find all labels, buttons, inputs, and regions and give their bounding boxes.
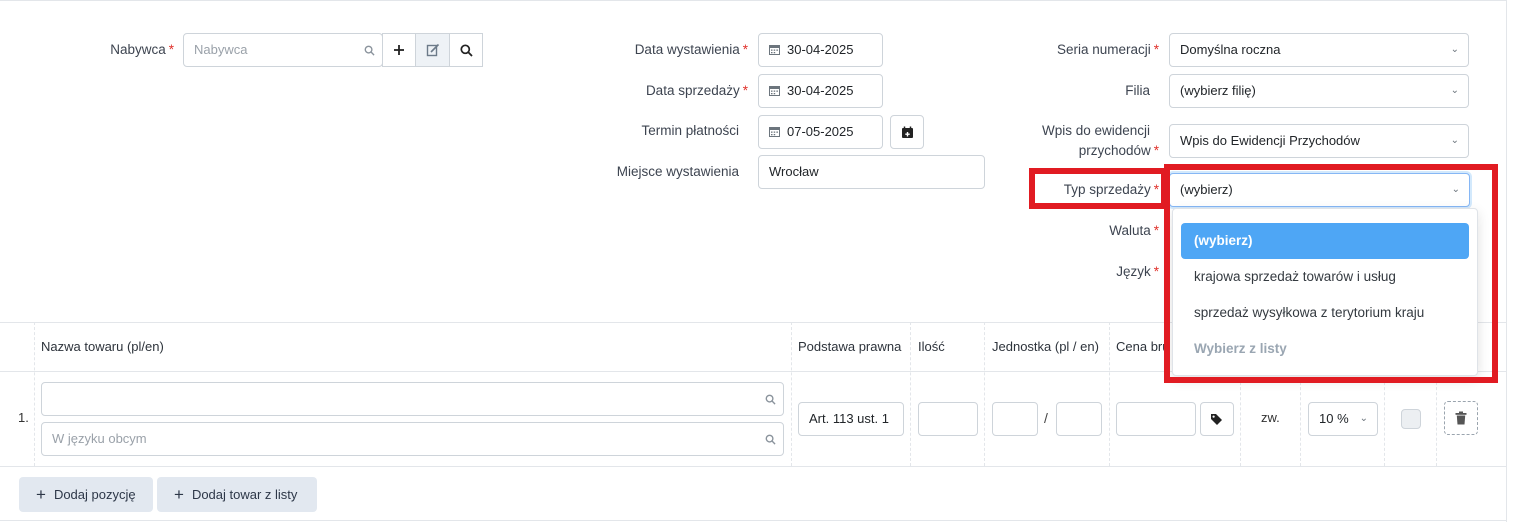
row-checkbox[interactable] [1401,409,1421,429]
column-divider [1109,322,1110,466]
numbering-series-label: Seria numeracji * [1056,42,1159,57]
column-divider [1240,372,1241,466]
column-header-quantity: Ilość [918,339,945,354]
plus-icon [394,45,404,55]
sale-date-field[interactable]: 30-04-2025 [758,74,883,108]
delete-row-button[interactable] [1444,401,1478,435]
add-buyer-button[interactable] [382,33,416,67]
payment-term-field[interactable]: 07-05-2025 [758,115,883,149]
issue-date-field[interactable]: 30-04-2025 [758,33,883,67]
search-icon [765,394,776,405]
bottom-border [0,520,1507,521]
plus-icon: + [174,485,184,504]
vat-label: zw. [1261,410,1280,425]
column-divider [1436,372,1437,466]
income-register-label-line2: przychodów * [1078,143,1159,158]
branch-select[interactable]: (wybierz filię) ⌄ [1169,74,1469,108]
column-divider [984,322,985,466]
issue-date-label: Data wystawienia * [634,42,748,57]
add-from-list-button[interactable]: + Dodaj towar z listy [157,477,317,512]
calendar-icon [769,127,780,137]
add-item-button[interactable]: + Dodaj pozycję [19,477,153,512]
highlight-box-label [1029,168,1167,209]
search-icon [459,43,473,57]
unit-input[interactable] [992,402,1038,436]
issue-place-input[interactable]: Wrocław [758,155,985,189]
trash-icon [1455,411,1467,425]
tags-icon [1211,413,1222,425]
unit-separator: / [1044,410,1048,426]
chevron-down-icon: ⌄ [1359,413,1368,424]
column-divider [1384,372,1385,466]
column-header-gross-price: Cena brutto [1116,339,1169,354]
quantity-input[interactable] [918,402,978,436]
discount-select[interactable]: 10 % ⌄ [1308,402,1378,436]
calendar-icon [769,45,780,55]
gross-price-input[interactable] [1116,402,1196,436]
buyer-input[interactable]: Nabywca [183,33,383,67]
chevron-down-icon: ⌄ [1450,135,1459,146]
sale-date-label: Data sprzedaży * [645,83,748,98]
column-divider [910,322,911,466]
numbering-series-select[interactable]: Domyślna roczna ⌄ [1169,33,1469,67]
chevron-down-icon: ⌄ [1450,44,1459,55]
product-name-foreign-input[interactable]: W języku obcym [41,422,784,456]
calendar-plus-button[interactable] [890,115,924,149]
column-header-name: Nazwa towaru (pl/en) [41,339,164,354]
column-divider [34,322,35,466]
row-number: 1. [18,410,29,425]
row-divider [0,466,1507,467]
legal-basis-input[interactable]: Art. 113 ust. 1 [798,402,904,436]
chevron-down-icon: ⌄ [1450,85,1459,96]
edit-icon [426,43,439,57]
search-icon [364,45,375,56]
language-label: Język * [1116,264,1159,279]
calendar-icon [769,86,780,96]
buyer-label: Nabywca * [110,42,174,57]
branch-label: Filia [1125,83,1150,98]
issue-place-label: Miejsce wystawienia [616,164,739,179]
search-buyer-button[interactable] [449,33,483,67]
column-header-legal-basis: Podstawa prawna [798,339,902,354]
search-icon [765,434,776,445]
price-tags-button[interactable] [1200,402,1234,436]
column-divider [791,322,792,466]
unit-foreign-input[interactable] [1056,402,1102,436]
plus-icon: + [36,485,46,504]
highlight-box-dropdown [1164,164,1498,383]
payment-term-label: Termin płatności [641,123,739,138]
currency-label: Waluta * [1109,223,1159,238]
income-register-label-line1: Wpis do ewidencji [1041,123,1150,138]
product-name-input[interactable] [41,382,784,416]
edit-buyer-button[interactable] [415,33,450,67]
income-register-select[interactable]: Wpis do Ewidencji Przychodów ⌄ [1169,124,1469,158]
column-divider [1300,372,1301,466]
calendar-plus-icon [901,126,913,138]
column-header-unit: Jednostka (pl / en) [992,339,1099,354]
